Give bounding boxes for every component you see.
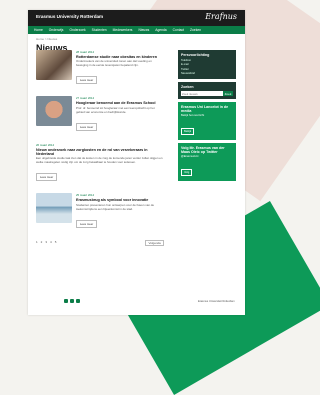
press-panel: Persvoorlichting Telefoon E-mail Twitter… <box>178 50 236 80</box>
news-item: 28 maart 2014 Rotterdamse studie naar ob… <box>36 50 164 86</box>
media-panel: Erasmus Uni Lancelot in de media Bekijk … <box>178 102 236 141</box>
news-date: 26 maart 2014 <box>36 142 55 147</box>
read-more-button[interactable]: Lees meer <box>76 219 98 228</box>
search-button[interactable]: Zoek <box>223 91 233 97</box>
news-list: 28 maart 2014 Rotterdamse studie naar ob… <box>36 50 164 246</box>
page-link[interactable]: 3 <box>45 240 47 246</box>
panel-line[interactable]: Nieuwsbrief <box>181 72 233 76</box>
news-excerpt: Een uitgebreide studie laat zien dat de … <box>36 156 163 165</box>
search-input[interactable] <box>181 91 223 97</box>
nav-item[interactable]: Onderzoek <box>69 28 85 32</box>
news-item: 26 maart 2014 Nieuw onderzoek naar zorgk… <box>36 143 164 184</box>
read-more-button[interactable]: Lees meer <box>76 122 98 131</box>
page-container: Erasmus University Rotterdam Erafnus Hom… <box>28 10 245 315</box>
panel-title: Zoeken <box>181 85 194 90</box>
search-panel: Zoeken Zoek <box>178 82 236 100</box>
breadcrumb[interactable]: Home > Nieuws <box>28 34 245 41</box>
linkedin-icon[interactable] <box>76 299 80 303</box>
twitter-follow-button[interactable]: Volg <box>181 169 193 177</box>
read-more-button[interactable]: Lees meer <box>36 173 58 182</box>
nav-item[interactable]: Studenten <box>92 28 107 32</box>
media-button[interactable]: Bekijk <box>181 128 195 136</box>
page-link[interactable]: 1 <box>36 240 38 246</box>
news-item: 27 maart 2014 Hoogleraar benoemd aan de … <box>36 96 164 132</box>
news-date: 25 maart 2014 <box>76 193 95 198</box>
page-link[interactable]: 5 <box>55 240 57 246</box>
facebook-icon[interactable] <box>64 299 68 303</box>
news-item: 25 maart 2014 Erasmusbrug als symbool vo… <box>36 193 164 229</box>
news-date: 28 maart 2014 <box>76 50 95 54</box>
sidebar: Persvoorlichting Telefoon E-mail Twitter… <box>178 50 236 184</box>
news-date: 27 maart 2014 <box>76 96 95 101</box>
twitter-panel: Volg Mr. Erasmus van der Maas Oleic op T… <box>178 143 236 182</box>
news-thumbnail[interactable] <box>36 96 72 127</box>
page-link[interactable]: 2 <box>41 240 43 246</box>
panel-text: Bekijk het overzicht <box>181 114 205 118</box>
nav-item[interactable]: Contact <box>173 28 184 32</box>
news-excerpt: Prof. dr. benoemd tot hoogleraar met een… <box>76 105 155 114</box>
footer-text: Erasmus Universiteit Rotterdam <box>198 300 235 303</box>
pagination: 1 2 3 4 5 Volgende <box>36 239 164 246</box>
news-thumbnail[interactable] <box>36 50 72 80</box>
nav-item[interactable]: Agenda <box>155 28 166 32</box>
nav-item[interactable]: Nieuws <box>138 28 149 32</box>
nav-item[interactable]: Onderwijs <box>49 28 64 32</box>
news-title[interactable]: Nieuw onderzoek naar zorgkosten en de ro… <box>36 148 164 157</box>
news-thumbnail[interactable] <box>36 193 72 224</box>
site-header: Erasmus University Rotterdam Erafnus <box>28 10 245 26</box>
site-logo[interactable]: Erasmus University Rotterdam <box>36 14 103 19</box>
nav-item[interactable]: Zoeken <box>190 28 201 32</box>
panel-text: @ErasmusUni <box>181 155 199 159</box>
news-excerpt: Studenten presenteren hun ontwerpen voor… <box>76 202 154 211</box>
next-page-button[interactable]: Volgende <box>145 239 164 246</box>
panel-title: Volg Mr. Erasmus van der Maas Oleic op T… <box>181 146 225 155</box>
main-nav: Home Onderwijs Onderzoek Studenten Medew… <box>28 26 245 34</box>
signature-logo: Erafnus <box>205 12 237 21</box>
news-excerpt: Onderzoekers van de universiteit tonen a… <box>76 59 152 68</box>
panel-title: Erasmus Uni Lancelot in de media <box>181 105 229 114</box>
nav-item[interactable]: Home <box>34 28 43 32</box>
page-link[interactable]: 4 <box>50 240 52 246</box>
nav-item[interactable]: Medewerkers <box>113 28 133 32</box>
social-icons <box>64 299 80 303</box>
panel-title: Persvoorlichting <box>181 53 210 57</box>
twitter-icon[interactable] <box>70 299 74 303</box>
footer: Erasmus Universiteit Rotterdam <box>198 300 235 303</box>
read-more-button[interactable]: Lees meer <box>76 76 98 85</box>
